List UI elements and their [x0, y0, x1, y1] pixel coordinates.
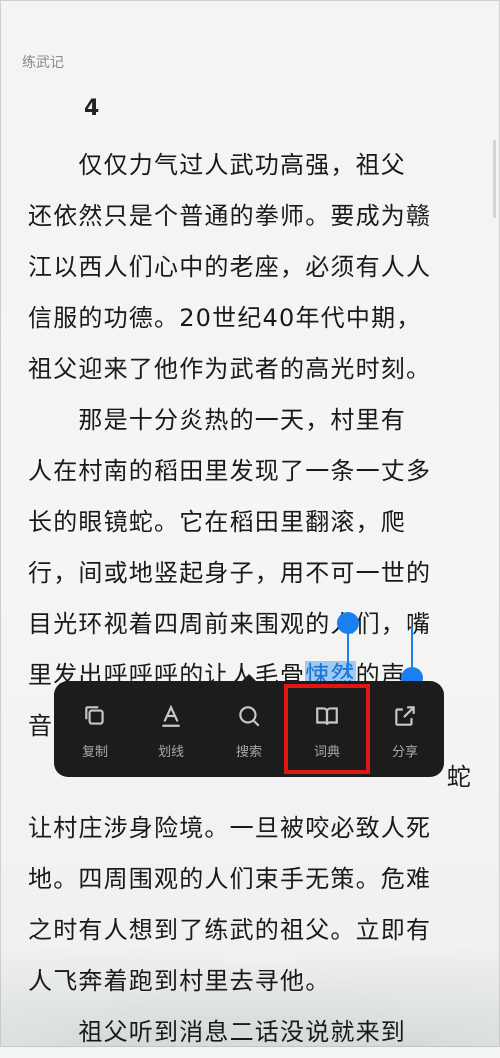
text-line[interactable]: 地。四周围观的人们束手无策。危难 — [28, 854, 478, 905]
search-icon — [239, 706, 260, 727]
text-line[interactable]: 祖父听到消息二话没说就来到 — [28, 1007, 478, 1058]
underline-icon — [162, 704, 180, 727]
search-button[interactable]: 搜索 — [210, 681, 288, 777]
selection-toolbar: 复制 划线 搜索 词典 分享 — [54, 681, 444, 777]
text-line[interactable]: 仅仅力气过人武功高强，祖父 — [28, 140, 478, 191]
search-label: 搜索 — [235, 745, 262, 760]
reading-text[interactable]: 仅仅力气过人武功高强，祖父 还依然只是个普通的拳师。要成为赣 江以西人们心中的老… — [28, 140, 478, 1058]
underline-label: 划线 — [157, 745, 184, 760]
text-line[interactable]: 那是十分炎热的一天，村里有 — [28, 395, 478, 446]
text-line[interactable]: 让村庄涉身险境。一旦被咬必致人死 — [28, 803, 478, 854]
book-title: 练武记 — [22, 55, 64, 71]
dictionary-highlight-box — [284, 684, 370, 774]
share-icon — [395, 706, 415, 726]
text-line[interactable]: 还依然只是个普通的拳师。要成为赣 — [28, 191, 478, 242]
chapter-number: 4 — [84, 96, 100, 121]
share-button[interactable]: 分享 — [366, 681, 444, 777]
selection-start-handle[interactable] — [337, 612, 359, 678]
share-label: 分享 — [391, 745, 418, 760]
text-line[interactable]: 之时有人想到了练武的祖父。立即有 — [28, 905, 478, 956]
copy-button[interactable]: 复制 — [56, 681, 134, 777]
copy-icon — [85, 706, 104, 725]
text-line[interactable]: 行，间或地竖起身子，用不可一世的 — [28, 548, 478, 599]
copy-label: 复制 — [81, 745, 108, 760]
scrollbar[interactable] — [493, 140, 496, 218]
text-line[interactable]: 江以西人们心中的老座，必须有人人 — [28, 242, 478, 293]
text-line[interactable]: 长的眼镜蛇。它在稻田里翻滚，爬 — [28, 497, 478, 548]
text-line[interactable]: 祖父迎来了他作为武者的高光时刻。 — [28, 344, 478, 395]
text-line[interactable]: 人在村南的稻田里发现了一条一丈多 — [28, 446, 478, 497]
text-line[interactable]: 信服的功德。20世纪40年代中期， — [28, 293, 478, 344]
underline-button[interactable]: 划线 — [132, 681, 210, 777]
text-line[interactable]: 人飞奔着跑到村里去寻他。 — [28, 956, 478, 1007]
